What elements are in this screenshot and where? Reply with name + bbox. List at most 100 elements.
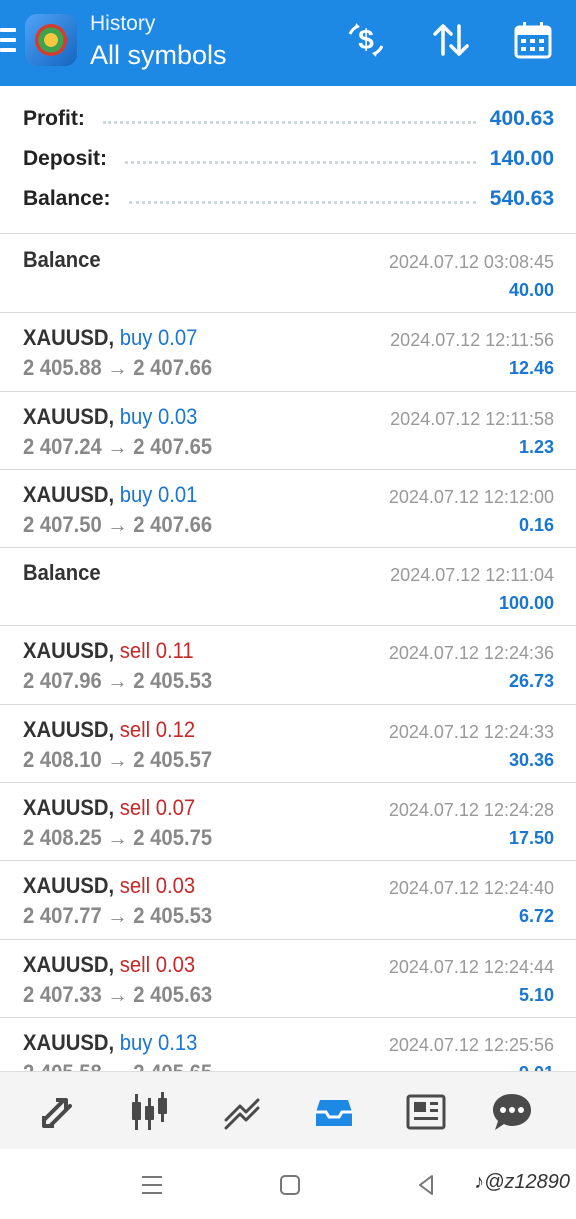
deal-profit: 12.46 — [508, 358, 554, 379]
balance-op-label: Balance — [23, 560, 101, 586]
deposit-label: Deposit: — [23, 147, 107, 170]
close-price: 2 407.65 — [133, 433, 213, 459]
bottom-navigation — [0, 1071, 576, 1149]
deal-side-volume: sell 0.03 — [119, 951, 196, 977]
symbol-name: XAUUSD, — [23, 638, 115, 664]
quotes-icon[interactable] — [34, 1088, 82, 1136]
arrow-right-icon: → — [107, 981, 128, 1007]
leader-dots — [128, 200, 476, 204]
history-summary: Profit: 400.63 Deposit: 140.00 Balance: … — [0, 86, 576, 234]
deal-prices: 2 407.77 → 2 405.53 — [23, 903, 212, 929]
close-price: 2 407.66 — [133, 355, 213, 381]
history-icon[interactable] — [310, 1088, 358, 1136]
deal-symbol: XAUUSD, buy 0.07 — [23, 325, 197, 351]
close-price: 2 407.66 — [133, 511, 213, 537]
open-price: 2 407.77 — [23, 903, 102, 929]
currency-dollar-icon[interactable]: $ — [344, 18, 388, 62]
deal-row[interactable]: XAUUSD, sell 0.03 2 407.33 → 2 405.63 20… — [0, 940, 576, 1018]
back-icon[interactable] — [412, 1171, 440, 1199]
close-price: 2 405.63 — [133, 981, 213, 1007]
home-icon[interactable] — [276, 1171, 304, 1199]
deal-symbol: XAUUSD, sell 0.03 — [23, 952, 195, 978]
deal-time: 2024.07.12 12:24:44 — [388, 956, 554, 977]
deal-prices: 2 407.50 → 2 407.66 — [23, 512, 212, 538]
watermark-text: ♪@z12890 — [474, 1171, 570, 1193]
deal-symbol: XAUUSD, buy 0.03 — [23, 404, 197, 430]
chart-icon[interactable] — [126, 1088, 174, 1136]
deal-time: 2024.07.12 03:08:45 — [388, 252, 554, 272]
calendar-icon[interactable] — [511, 18, 555, 62]
balance-label: Balance: — [23, 187, 111, 210]
open-price: 2 408.10 — [23, 746, 102, 772]
deal-time: 2024.07.12 12:24:36 — [388, 643, 554, 664]
deal-row[interactable]: XAUUSD, buy 0.01 2 407.50 → 2 407.66 202… — [0, 470, 576, 549]
symbol-name: XAUUSD, — [23, 325, 115, 351]
leader-dots — [125, 160, 476, 164]
profit-value: 400.63 — [489, 107, 554, 130]
symbol-name: XAUUSD, — [23, 481, 115, 507]
news-icon[interactable] — [402, 1088, 450, 1136]
profit-label: Profit: — [23, 107, 85, 130]
deal-side-volume: buy 0.03 — [119, 403, 198, 429]
deal-row[interactable]: XAUUSD, buy 0.13 2 405.58 → 2 405.65 202… — [0, 1018, 576, 1071]
close-price: 2 405.53 — [133, 903, 213, 929]
leader-dots — [102, 120, 476, 124]
sort-icon[interactable] — [429, 18, 473, 62]
deal-profit: 1.23 — [518, 436, 554, 457]
deal-prices: 2 405.88 → 2 407.66 — [23, 355, 212, 381]
deal-side-volume: sell 0.03 — [119, 873, 196, 899]
deal-side-volume: sell 0.11 — [119, 638, 194, 664]
deal-row[interactable]: XAUUSD, sell 0.07 2 408.25 → 2 405.75 20… — [0, 783, 576, 862]
open-price: 2 407.96 — [23, 668, 102, 694]
open-price: 2 408.25 — [23, 825, 102, 851]
deals-list[interactable]: Balance 2024.07.12 03:08:45 40.00 XAUUSD… — [0, 235, 576, 1071]
arrow-right-icon: → — [107, 668, 128, 694]
deposit-value: 140.00 — [489, 147, 554, 170]
open-price: 2 407.24 — [23, 433, 102, 459]
profit-row: Profit: 400.63 — [23, 104, 554, 134]
menu-icon[interactable] — [0, 28, 16, 54]
deal-side-volume: buy 0.13 — [119, 1029, 198, 1055]
deal-symbol: XAUUSD, sell 0.03 — [23, 873, 195, 899]
deal-time: 2024.07.12 12:24:28 — [388, 800, 554, 821]
chat-icon[interactable] — [488, 1088, 536, 1136]
arrow-right-icon: → — [107, 746, 128, 772]
arrow-right-icon: → — [107, 1060, 127, 1071]
arrow-right-icon: → — [107, 903, 128, 929]
open-price: 2 405.88 — [23, 355, 102, 381]
deal-time: 2024.07.12 12:25:56 — [388, 1034, 554, 1055]
deal-row[interactable]: XAUUSD, sell 0.11 2 407.96 → 2 405.53 20… — [0, 626, 576, 705]
app-header: History All symbols $ — [0, 0, 576, 86]
deal-side-volume: sell 0.12 — [119, 716, 196, 742]
deal-symbol: XAUUSD, sell 0.12 — [23, 717, 195, 743]
arrow-right-icon: → — [107, 511, 128, 537]
deal-time: 2024.07.12 12:24:40 — [388, 878, 554, 899]
deal-prices: 2 408.25 → 2 405.75 — [23, 825, 212, 851]
symbol-name: XAUUSD, — [23, 403, 115, 429]
deal-prices: 2 407.96 → 2 405.53 — [23, 668, 212, 694]
balance-value: 540.63 — [489, 187, 554, 210]
deal-symbol: XAUUSD, buy 0.01 — [23, 482, 197, 508]
arrow-right-icon: → — [107, 433, 128, 459]
deal-prices: 2 408.10 → 2 405.57 — [23, 747, 212, 773]
recent-apps-icon[interactable] — [138, 1171, 166, 1199]
close-price: 2 405.75 — [133, 825, 213, 851]
deal-time: 2024.07.12 12:12:00 — [388, 486, 554, 507]
deal-row[interactable]: XAUUSD, sell 0.12 2 408.10 → 2 405.57 20… — [0, 705, 576, 784]
deal-side-volume: buy 0.07 — [119, 325, 198, 351]
arrow-right-icon: → — [107, 355, 128, 381]
deal-profit: 17.50 — [508, 828, 554, 849]
symbol-name: XAUUSD, — [23, 951, 115, 977]
symbol-name: XAUUSD, — [23, 716, 115, 742]
deal-time: 2024.07.12 12:11:56 — [390, 330, 554, 351]
balance-operation-row[interactable]: Balance 2024.07.12 03:08:45 40.00 — [0, 235, 576, 314]
balance-operation-row[interactable]: Balance 2024.07.12 12:11:04 100.00 — [0, 548, 576, 627]
deal-profit: 30.36 — [508, 749, 554, 770]
deal-row[interactable]: XAUUSD, buy 0.03 2 407.24 → 2 407.65 202… — [0, 392, 576, 470]
deal-row[interactable]: XAUUSD, sell 0.03 2 407.77 → 2 405.53 20… — [0, 861, 576, 940]
deal-row[interactable]: XAUUSD, buy 0.07 2 405.88 → 2 407.66 202… — [0, 313, 576, 392]
deal-amount: 100.00 — [498, 593, 554, 614]
symbol-filter[interactable]: All symbols — [90, 40, 227, 71]
deal-symbol: XAUUSD, buy 0.13 — [23, 1030, 197, 1056]
trade-icon[interactable] — [218, 1088, 266, 1136]
